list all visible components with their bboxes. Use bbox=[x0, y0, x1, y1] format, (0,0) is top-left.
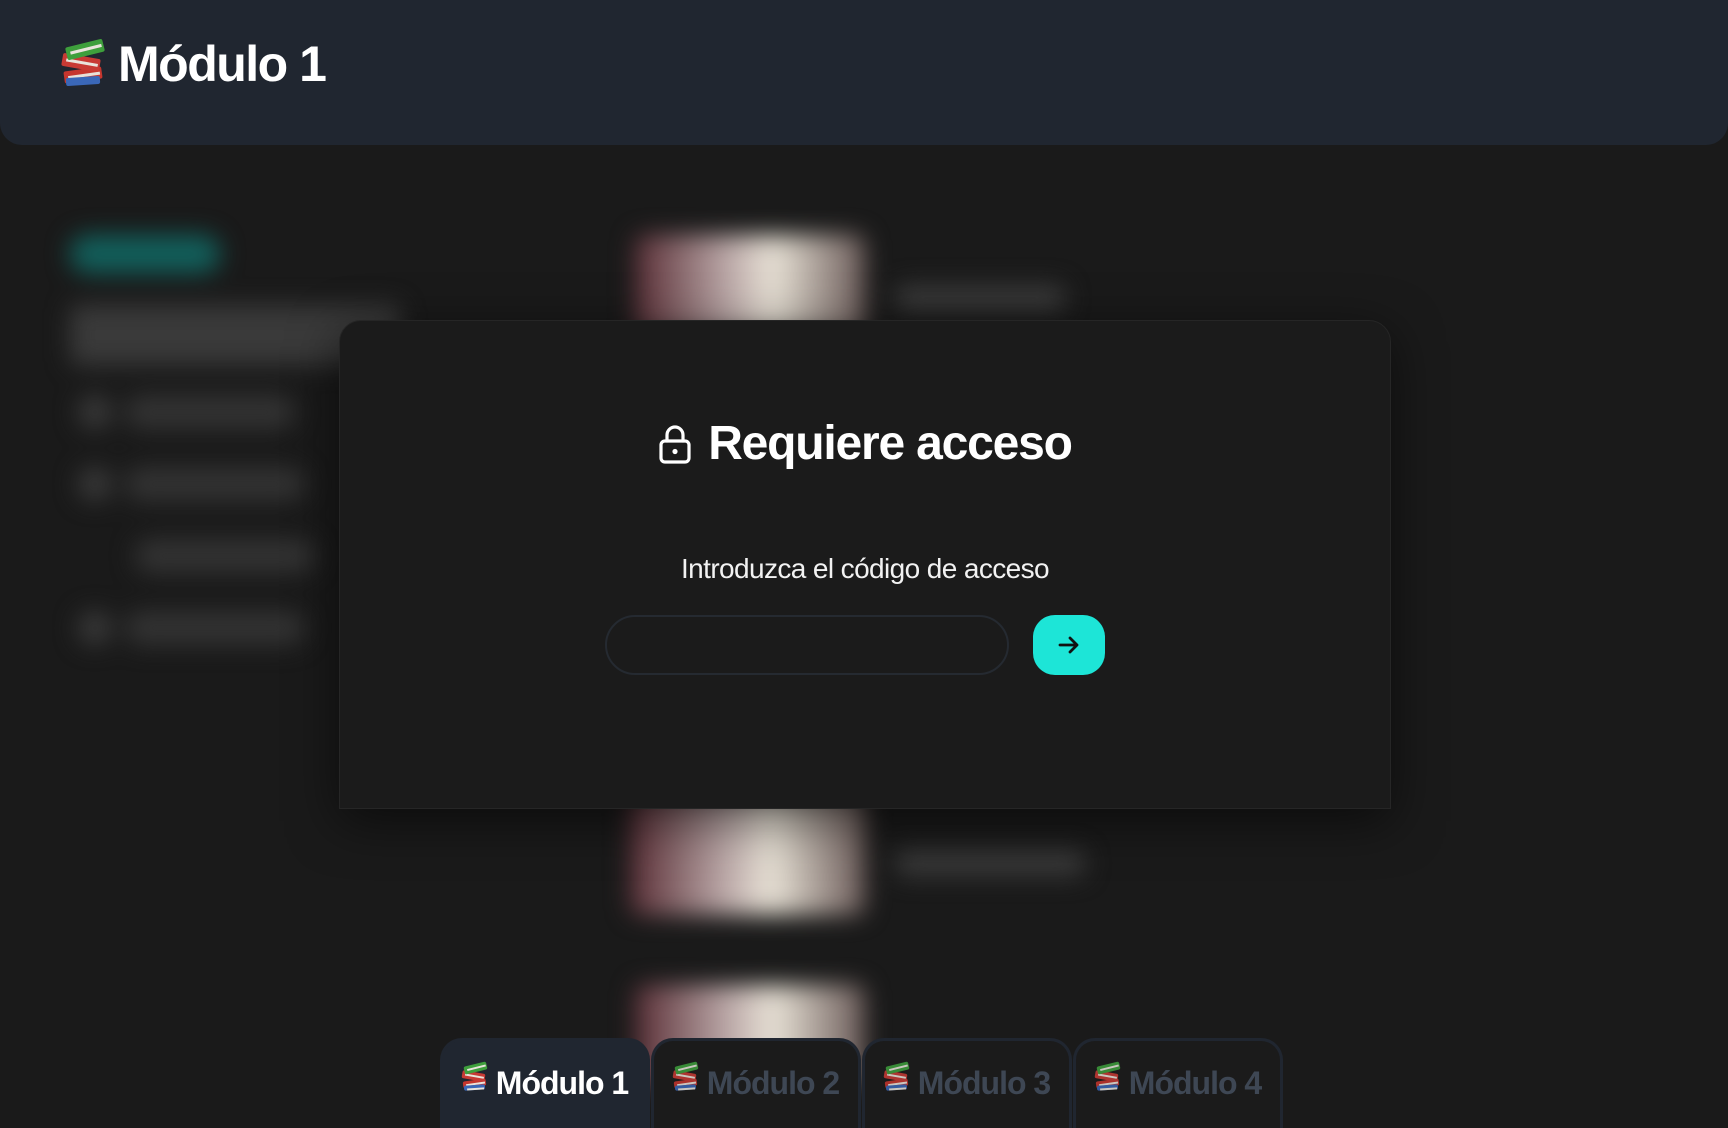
access-modal: Requiere acceso Introduzca el código de … bbox=[339, 320, 1391, 809]
blurred-list-item bbox=[125, 611, 305, 645]
access-code-label: Introduzca el código de acceso bbox=[680, 553, 1050, 584]
blurred-list-dot bbox=[78, 395, 112, 429]
tab-label: Módulo 2 bbox=[706, 1065, 840, 1101]
blurred-list-item bbox=[135, 539, 315, 573]
blurred-list-dot bbox=[78, 611, 112, 645]
blurred-thumbnail bbox=[630, 795, 865, 915]
submit-code-button[interactable] bbox=[1033, 615, 1105, 675]
blurred-badge bbox=[70, 235, 220, 273]
header-title-group: Módulo 1 bbox=[61, 35, 327, 93]
books-icon bbox=[883, 1061, 910, 1091]
books-icon bbox=[672, 1061, 699, 1091]
blurred-list-item bbox=[125, 467, 305, 501]
lock-icon bbox=[659, 424, 691, 464]
tab-label: Módulo 3 bbox=[917, 1065, 1051, 1101]
books-icon bbox=[461, 1061, 488, 1091]
page-title: Módulo 1 bbox=[118, 35, 327, 92]
modal-title: Requiere acceso bbox=[708, 417, 1073, 470]
tab-modulo-4[interactable]: Módulo 4 bbox=[1073, 1038, 1283, 1128]
tab-modulo-3[interactable]: Módulo 3 bbox=[862, 1038, 1072, 1128]
tab-modulo-1[interactable]: Módulo 1 bbox=[440, 1038, 650, 1128]
top-header: Módulo 1 bbox=[0, 0, 1728, 145]
tab-label: Módulo 4 bbox=[1128, 1065, 1262, 1101]
blurred-text bbox=[895, 850, 1085, 876]
module-tabs: Módulo 1 Módulo 2 Módulo 3 Módulo 4 bbox=[440, 1038, 1283, 1128]
books-icon bbox=[61, 38, 106, 87]
tab-label: Módulo 1 bbox=[495, 1065, 629, 1101]
blurred-list-item bbox=[125, 395, 295, 429]
tab-modulo-2[interactable]: Módulo 2 bbox=[651, 1038, 861, 1128]
books-icon bbox=[1094, 1061, 1121, 1091]
blurred-text bbox=[895, 285, 1065, 311]
modal-title-group: Requiere acceso bbox=[340, 416, 1390, 471]
arrow-right-icon bbox=[1058, 636, 1079, 654]
access-code-input[interactable] bbox=[605, 615, 1009, 675]
blurred-list-dot bbox=[78, 467, 112, 501]
